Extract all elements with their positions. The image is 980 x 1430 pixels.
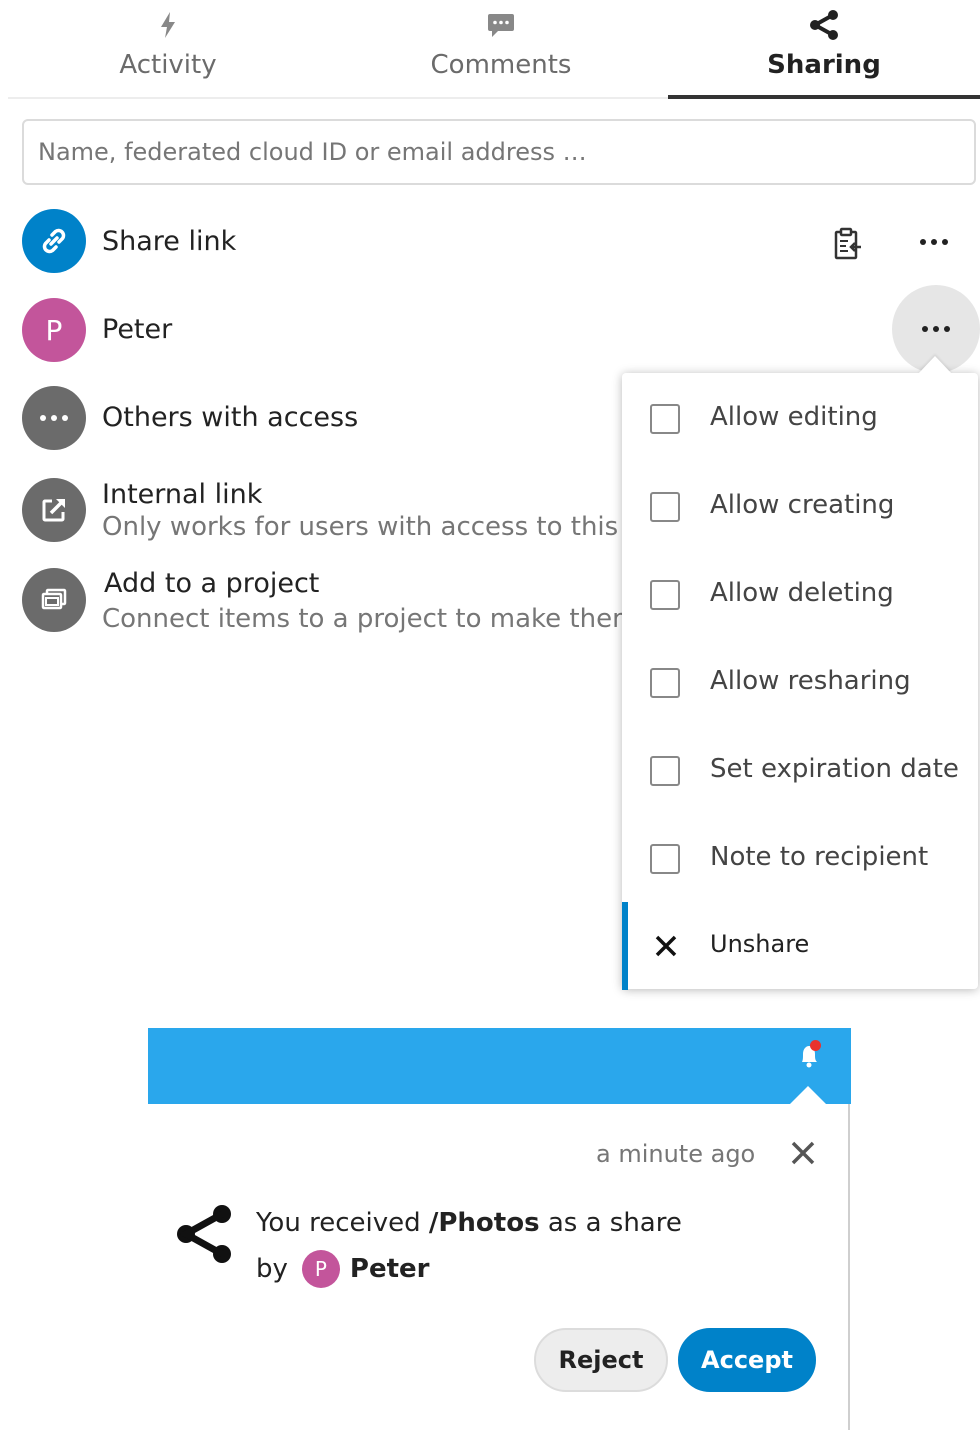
project-avatar xyxy=(22,568,86,632)
close-icon xyxy=(655,935,677,957)
menu-item-allow-deleting[interactable]: Allow deleting xyxy=(622,552,978,640)
message-path[interactable]: /Photos xyxy=(429,1208,540,1238)
menu-item-allow-editing[interactable]: Allow editing xyxy=(622,376,978,464)
accept-button[interactable]: Accept xyxy=(678,1328,816,1392)
menu-item-set-expiration[interactable]: Set expiration date xyxy=(622,728,978,816)
tab-sharing[interactable]: Sharing xyxy=(668,0,980,98)
project-icon xyxy=(41,588,67,610)
set-expiration-checkbox[interactable] xyxy=(650,756,680,786)
share-icon xyxy=(668,8,980,42)
unshare-label: Unshare xyxy=(710,930,810,958)
clipboard-icon xyxy=(834,227,861,260)
project-subtitle: Connect items to a project to make them xyxy=(102,604,622,634)
share-options-menu: Allow editing Allow creating Allow delet… xyxy=(622,373,978,990)
internal-link-avatar xyxy=(22,478,86,542)
peter-title: Peter xyxy=(102,314,173,345)
user-avatar[interactable]: P xyxy=(301,1250,340,1288)
notification-time: a minute ago xyxy=(596,1140,756,1168)
menu-item-unshare[interactable]: Unshare xyxy=(622,902,978,990)
note-to-recipient-checkbox[interactable] xyxy=(650,844,680,874)
more-icon xyxy=(40,415,68,421)
dismiss-notification-button[interactable] xyxy=(788,1138,820,1170)
internal-link-subtitle: Only works for users with access to this… xyxy=(102,512,622,542)
menu-item-label: Allow resharing xyxy=(710,666,911,696)
external-link-icon xyxy=(42,499,65,522)
message-prefix: You received xyxy=(256,1208,421,1238)
menu-item-allow-creating[interactable]: Allow creating xyxy=(622,464,978,552)
menu-item-allow-resharing[interactable]: Allow resharing xyxy=(622,640,978,728)
menu-item-label: Allow creating xyxy=(710,490,895,520)
notification-badge xyxy=(810,1040,821,1051)
tab-label: Activity xyxy=(119,50,217,80)
share-icon xyxy=(174,1203,234,1269)
share-search-input[interactable] xyxy=(22,119,976,185)
tab-label: Comments xyxy=(430,50,572,80)
share-link-more-button[interactable] xyxy=(920,238,948,246)
menu-item-label: Allow editing xyxy=(710,402,878,432)
notification-panel-edge xyxy=(848,1104,850,1430)
share-link-title: Share link xyxy=(102,226,237,257)
message-suffix: as a share xyxy=(547,1208,682,1238)
tab-label: Sharing xyxy=(767,50,881,80)
more-icon xyxy=(922,326,950,332)
lightning-icon xyxy=(0,8,336,42)
close-icon xyxy=(791,1141,815,1165)
notification-panel-arrow xyxy=(789,1086,827,1105)
menu-item-label: Note to recipient xyxy=(710,842,929,872)
notifications-button[interactable] xyxy=(790,1036,830,1076)
menu-item-label: Allow deleting xyxy=(710,578,894,608)
allow-editing-checkbox[interactable] xyxy=(650,404,680,434)
menu-item-note-to-recipient[interactable]: Note to recipient xyxy=(622,816,978,904)
copy-link-button[interactable] xyxy=(826,224,870,264)
comment-icon xyxy=(334,8,668,42)
notification-by-line: by P Peter xyxy=(256,1250,429,1288)
notification-message: You received /Photos as a share xyxy=(256,1208,682,1238)
allow-deleting-checkbox[interactable] xyxy=(650,580,680,610)
share-link-avatar xyxy=(22,209,86,273)
by-label: by xyxy=(256,1254,288,1284)
tab-activity[interactable]: Activity xyxy=(0,0,336,98)
menu-item-label: Set expiration date xyxy=(710,754,959,784)
others-avatar xyxy=(22,386,86,450)
tab-comments[interactable]: Comments xyxy=(334,0,668,98)
user-name[interactable]: Peter xyxy=(350,1254,430,1284)
reject-button[interactable]: Reject xyxy=(534,1328,668,1392)
others-title[interactable]: Others with access xyxy=(102,402,358,433)
project-title[interactable]: Add to a project xyxy=(104,568,319,599)
allow-resharing-checkbox[interactable] xyxy=(650,668,680,698)
active-tab-indicator xyxy=(668,95,980,99)
menu-arrow xyxy=(918,356,952,374)
peter-avatar: P xyxy=(22,298,86,362)
link-icon xyxy=(42,228,66,254)
internal-link-title: Internal link xyxy=(102,479,263,510)
notification-header-bar xyxy=(148,1028,851,1104)
allow-creating-checkbox[interactable] xyxy=(650,492,680,522)
